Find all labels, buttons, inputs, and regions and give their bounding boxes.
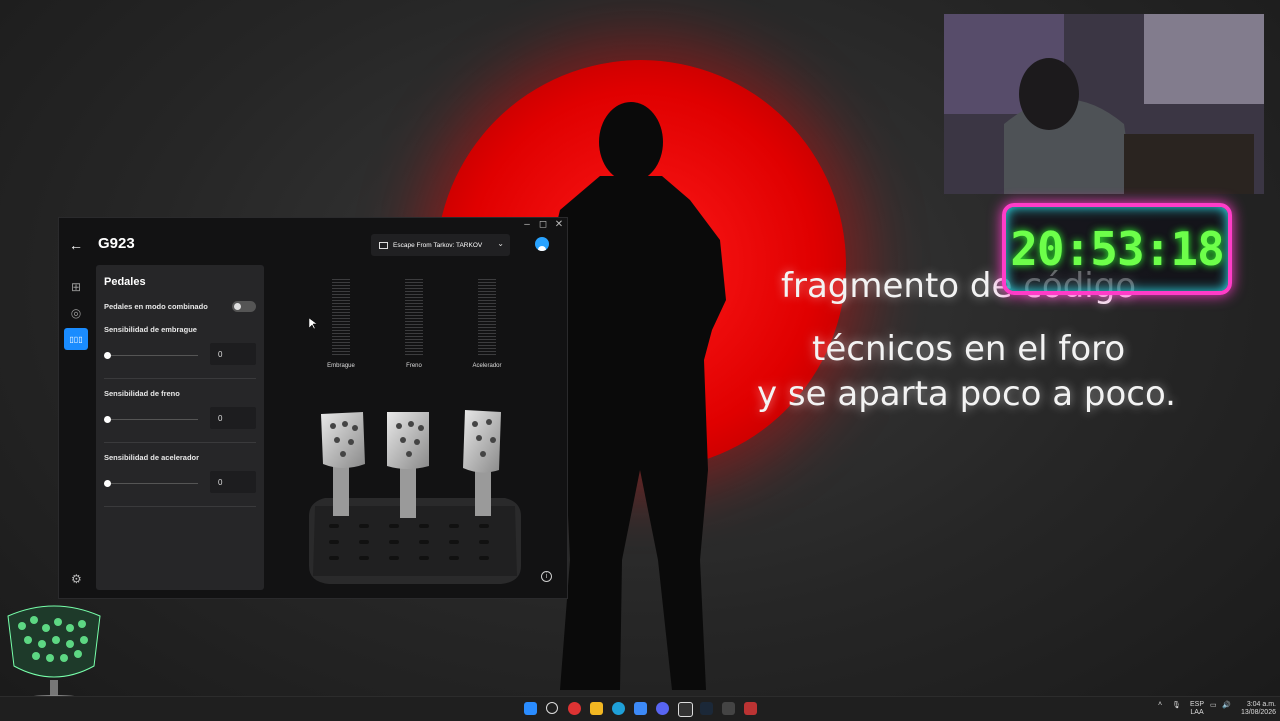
settings-button[interactable]: ⚙ <box>71 572 82 586</box>
language-bottom: LAA <box>1190 709 1204 716</box>
app-icon-3[interactable] <box>744 702 757 715</box>
brake-meter <box>405 279 423 356</box>
chevron-down-icon: ⌄ <box>497 239 504 248</box>
taskbar-date: 13/08/2026 <box>1240 709 1276 716</box>
network-icon[interactable]: ▭ <box>1210 701 1217 709</box>
search-icon[interactable] <box>546 702 558 714</box>
taskbar: ˄ 🎙 ESP LAA ▭ 🔊 3:04 a.m. 13/08/2026 <box>0 696 1280 721</box>
divider <box>104 442 256 443</box>
webcam-overlay <box>944 14 1264 194</box>
panel-title: Pedales <box>104 276 146 288</box>
user-icon <box>538 246 546 251</box>
clutch-sensitivity-label: Sensibilidad de embrague <box>104 325 197 334</box>
pedals-icon: ▯▯▯ <box>69 334 83 344</box>
volume-icon[interactable]: 🔊 <box>1222 701 1231 709</box>
throttle-sensitivity-slider[interactable] <box>104 480 198 487</box>
app-icon-2[interactable] <box>722 702 735 715</box>
device-title: G923 <box>98 235 135 252</box>
file-explorer-icon[interactable] <box>590 702 603 715</box>
gear-icon: ⚙ <box>71 572 82 586</box>
add-icon: ⊞ <box>70 280 82 294</box>
combined-mode-toggle[interactable] <box>232 301 256 312</box>
user-avatar-button[interactable] <box>535 237 549 251</box>
clock-area[interactable]: 3:04 a.m. 13/08/2026 <box>1238 701 1276 717</box>
brake-sensitivity-slider[interactable] <box>104 416 198 423</box>
ghub-window: – ◻ ✕ ← G923 Escape From Tarkov: TARKOV … <box>58 217 568 599</box>
slider-handle[interactable] <box>104 352 111 359</box>
sidebar-item-add[interactable]: ⊞ <box>66 277 86 297</box>
language-indicator[interactable]: ESP LAA <box>1190 701 1204 717</box>
divider <box>104 506 256 507</box>
overlay-line-2: técnicos en el foro <box>812 329 1126 369</box>
edge-icon[interactable] <box>612 702 625 715</box>
mouse-cursor <box>309 318 317 330</box>
microphone-icon[interactable]: 🎙 <box>1172 701 1181 709</box>
chevron-up-icon[interactable]: ˄ <box>1158 701 1162 708</box>
taskbar-time: 3:04 a.m. <box>1246 701 1276 708</box>
clock-time: 20:53:18 <box>1010 222 1225 276</box>
game-profile-label: Escape From Tarkov: TARKOV <box>393 241 483 249</box>
steam-icon[interactable] <box>700 702 713 715</box>
brake-meter-label: Freno <box>406 363 422 369</box>
sidebar-item-wheel[interactable]: ◎ <box>66 303 86 323</box>
app-icon-1[interactable] <box>568 702 581 715</box>
pedals-settings-panel: Pedales Pedales en modo combinado Sensib… <box>96 265 264 590</box>
overlay-line-3: y se aparta poco a poco. <box>757 374 1176 414</box>
maximize-button[interactable]: ◻ <box>535 218 551 232</box>
clutch-sensitivity-input[interactable]: 0 <box>210 343 256 365</box>
windows-start-icon[interactable] <box>524 702 537 715</box>
combined-mode-label: Pedales en modo combinado <box>104 302 208 311</box>
game-profile-dropdown[interactable]: Escape From Tarkov: TARKOV ⌄ <box>371 234 510 256</box>
game-icon <box>379 241 388 249</box>
toggle-knob <box>234 303 241 310</box>
back-button[interactable]: ← <box>69 237 83 253</box>
discord-icon[interactable] <box>656 702 669 715</box>
throttle-meter-label: Acelerador <box>472 363 502 369</box>
language-top: ESP <box>1190 701 1205 708</box>
glass-of-orbs-decoration <box>7 605 101 696</box>
window-controls: – ◻ ✕ <box>519 218 567 232</box>
stream-clock: 20:53:18 <box>1002 203 1232 295</box>
ghub-icon[interactable] <box>678 702 693 717</box>
desktop-background: fragmento de código técnicos en el foro … <box>0 0 1280 696</box>
clutch-meter <box>332 279 350 356</box>
info-button[interactable]: i <box>541 571 552 582</box>
slider-handle[interactable] <box>104 480 111 487</box>
throttle-sensitivity-input[interactable]: 0 <box>210 471 256 493</box>
brake-sensitivity-input[interactable]: 0 <box>210 407 256 429</box>
slider-handle[interactable] <box>104 416 111 423</box>
steering-wheel-icon: ◎ <box>70 306 82 320</box>
minimize-button[interactable]: – <box>519 218 535 232</box>
arrow-left-icon: ← <box>69 237 83 253</box>
close-button[interactable]: ✕ <box>551 218 567 232</box>
divider <box>104 378 256 379</box>
clutch-meter-label: Embrague <box>327 363 355 369</box>
throttle-sensitivity-label: Sensibilidad de acelerador <box>104 453 200 462</box>
brake-sensitivity-label: Sensibilidad de freno <box>104 389 180 398</box>
clutch-sensitivity-slider[interactable] <box>104 352 198 359</box>
store-icon[interactable] <box>634 702 647 715</box>
pedal-set-image <box>309 410 521 584</box>
sidebar-item-pedals[interactable]: ▯▯▯ <box>64 328 88 350</box>
throttle-meter <box>478 279 496 356</box>
info-icon: i <box>545 573 548 580</box>
